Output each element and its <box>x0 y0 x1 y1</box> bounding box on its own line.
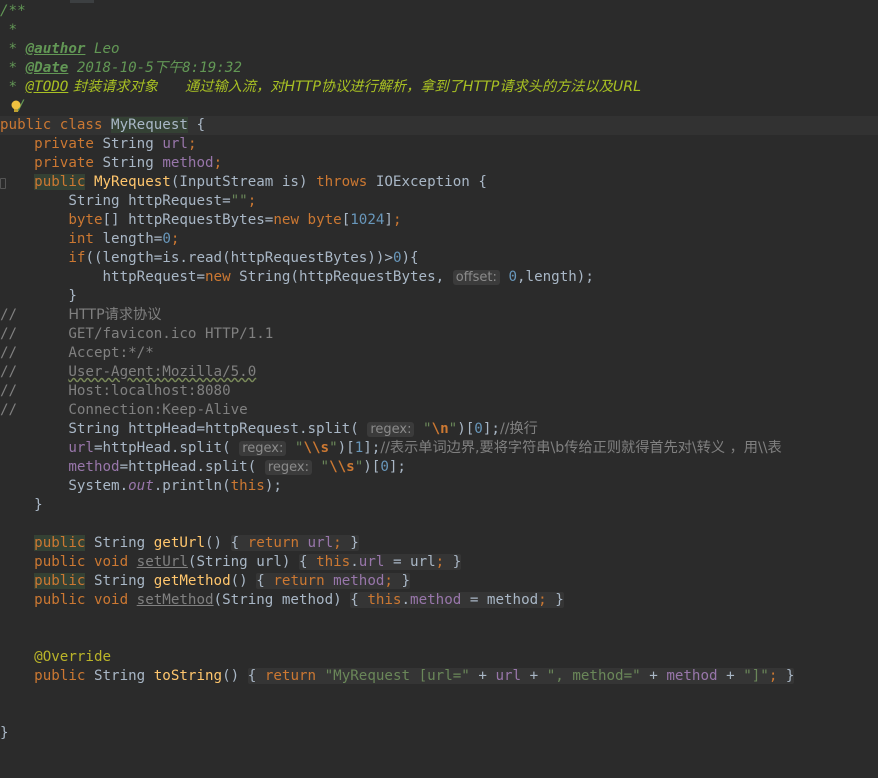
code-line-1: /** <box>0 3 26 19</box>
code-line-23: String httpHead=httpRequest.split( regex… <box>68 421 538 437</box>
method-setMethod: public void setMethod(String method) { t… <box>34 592 564 608</box>
comment-line: // GET/favicon.ico HTTP/1.1 <box>0 326 274 342</box>
code-line-11: String httpRequest=""; <box>68 193 257 209</box>
code-line-12: byte[] httpRequestBytes=new byte[1024]; <box>68 212 402 228</box>
code-line-16: } <box>68 288 77 304</box>
code-line-4: * @Date 2018-10-5下午8:19:32 <box>0 60 242 76</box>
comment-line: // Connection:Keep-Alive <box>0 402 248 418</box>
code-line-8: private String url; <box>34 136 197 152</box>
code-line-7: public class MyRequest { <box>0 116 878 135</box>
code-line-5: * @TODO 封装请求对象 通过输入流，对HTTP协议进行解析，拿到了HTTP… <box>0 79 641 95</box>
override-annotation: @Override <box>34 649 112 665</box>
method-toString: public String toString() { return "MyReq… <box>34 668 795 684</box>
code-line-26: System.out.println(this); <box>68 478 282 494</box>
class-close-brace: } <box>0 725 9 741</box>
method-getUrl: public String getUrl() { return url; } <box>34 535 359 551</box>
param-hint: regex: <box>367 422 415 437</box>
code-line-13: int length=0; <box>68 231 180 247</box>
code-line-9: private String method; <box>34 155 223 171</box>
code-line-24: url=httpHead.split( regex: "\\s")[1];//表… <box>68 440 782 456</box>
code-line-10: public MyRequest(InputStream is) throws … <box>34 174 487 190</box>
method-setUrl: public void setUrl(String url) { this.ur… <box>34 554 462 570</box>
class-name: MyRequest <box>111 117 188 133</box>
param-hint: regex: <box>264 460 312 475</box>
code-line-15: httpRequest=new String(httpRequestBytes,… <box>102 269 594 285</box>
comment-line: // Host:localhost:8080 <box>0 383 231 399</box>
code-editor[interactable]: /** * * @author Leo * @Date 2018-10-5下午8… <box>0 0 878 778</box>
comment-line: // User-Agent:Mozilla/5.0 <box>0 364 257 380</box>
code-line-2: * <box>0 22 18 38</box>
code-line-3: * @author Leo <box>0 41 120 57</box>
param-hint: regex: <box>239 441 287 456</box>
comment-line: // HTTP请求协议 <box>0 307 162 323</box>
code-line-14: if((length=is.read(httpRequestBytes))>0)… <box>68 250 419 266</box>
comment-line: // Accept:*/* <box>0 345 154 361</box>
method-getMethod: public String getMethod() { return metho… <box>34 573 411 589</box>
code-line-25: method=httpHead.split( regex: "\\s")[0]; <box>68 459 406 475</box>
param-hint: offset: <box>452 270 500 285</box>
lightbulb-icon[interactable] <box>11 100 21 113</box>
tab-strip-edge <box>70 0 94 3</box>
code-line-27: } <box>34 497 43 513</box>
